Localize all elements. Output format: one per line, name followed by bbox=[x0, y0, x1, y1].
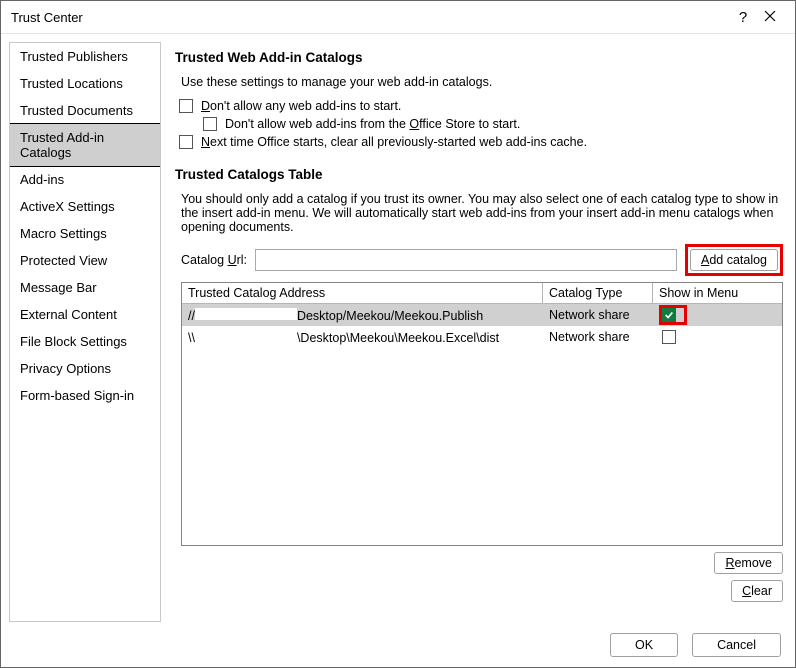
checkbox-label: Don't allow any web add-ins to start. bbox=[201, 99, 401, 113]
catalog-url-label: Catalog Url: bbox=[181, 253, 247, 267]
column-header-type[interactable]: Catalog Type bbox=[543, 283, 653, 303]
checkbox-label: Don't allow web add-ins from the Office … bbox=[225, 117, 520, 131]
window-title: Trust Center bbox=[11, 10, 731, 25]
sidebar-item-trusted-publishers[interactable]: Trusted Publishers bbox=[10, 43, 160, 70]
catalog-url-row: Catalog Url: Add catalog bbox=[175, 242, 783, 282]
column-header-address[interactable]: Trusted Catalog Address bbox=[182, 283, 543, 303]
sidebar-item-trusted-documents[interactable]: Trusted Documents bbox=[10, 97, 160, 124]
cell-show-in-menu bbox=[653, 305, 782, 325]
trust-center-window: Trust Center ? Trusted Publishers Truste… bbox=[0, 0, 796, 668]
checkbox-label: Next time Office starts, clear all previ… bbox=[201, 135, 587, 149]
add-catalog-button[interactable]: Add catalog bbox=[690, 249, 778, 271]
cell-address: \\\Desktop\Meekou\Meekou.Excel\dist bbox=[182, 330, 543, 345]
dialog-body: Trusted Publishers Trusted Locations Tru… bbox=[1, 34, 795, 622]
sidebar-item-trusted-addin-catalogs[interactable]: Trusted Add-in Catalogs bbox=[9, 123, 161, 167]
close-icon[interactable] bbox=[755, 10, 785, 25]
checkbox-row-dont-allow-office-store[interactable]: Don't allow web add-ins from the Office … bbox=[175, 115, 783, 133]
sidebar-item-message-bar[interactable]: Message Bar bbox=[10, 274, 160, 301]
sidebar-item-activex-settings[interactable]: ActiveX Settings bbox=[10, 193, 160, 220]
table-header: Trusted Catalog Address Catalog Type Sho… bbox=[182, 283, 782, 304]
section-title-trusted-catalogs-table: Trusted Catalogs Table bbox=[175, 151, 783, 192]
sidebar-item-trusted-locations[interactable]: Trusted Locations bbox=[10, 70, 160, 97]
trusted-catalogs-table: Trusted Catalog Address Catalog Type Sho… bbox=[181, 282, 783, 546]
sidebar-item-form-based-sign-in[interactable]: Form-based Sign-in bbox=[10, 382, 160, 409]
checkbox-dont-allow-office-store[interactable] bbox=[203, 117, 217, 131]
clear-button[interactable]: Clear bbox=[731, 580, 783, 602]
show-in-menu-checkbox-wrap bbox=[659, 327, 687, 347]
sidebar-item-external-content[interactable]: External Content bbox=[10, 301, 160, 328]
sidebar-item-privacy-options[interactable]: Privacy Options bbox=[10, 355, 160, 382]
ok-button[interactable]: OK bbox=[610, 633, 678, 657]
sidebar: Trusted Publishers Trusted Locations Tru… bbox=[9, 42, 161, 622]
cell-type: Network share bbox=[543, 330, 653, 344]
checkbox-dont-allow-addins[interactable] bbox=[179, 99, 193, 113]
show-in-menu-checkbox[interactable] bbox=[662, 308, 676, 322]
section1-description: Use these settings to manage your web ad… bbox=[175, 75, 783, 97]
checkbox-row-clear-cache[interactable]: Next time Office starts, clear all previ… bbox=[175, 133, 783, 151]
main-panel: Trusted Web Add-in Catalogs Use these se… bbox=[171, 42, 787, 622]
section-title-web-addin-catalogs: Trusted Web Add-in Catalogs bbox=[175, 46, 783, 75]
remove-button[interactable]: Remove bbox=[714, 552, 783, 574]
checkbox-clear-cache[interactable] bbox=[179, 135, 193, 149]
dialog-footer: OK Cancel bbox=[1, 622, 795, 667]
titlebar: Trust Center ? bbox=[1, 1, 795, 34]
sidebar-item-protected-view[interactable]: Protected View bbox=[10, 247, 160, 274]
table-button-group: Remove Clear bbox=[175, 552, 783, 608]
table-row[interactable]: //Desktop/Meekou/Meekou.Publish Network … bbox=[182, 304, 782, 326]
highlight-add-catalog: Add catalog bbox=[685, 244, 783, 276]
table-body[interactable]: //Desktop/Meekou/Meekou.Publish Network … bbox=[182, 304, 782, 545]
table-row[interactable]: \\\Desktop\Meekou\Meekou.Excel\dist Netw… bbox=[182, 326, 782, 348]
section2-description: You should only add a catalog if you tru… bbox=[175, 192, 783, 242]
help-icon[interactable]: ? bbox=[731, 9, 755, 26]
cancel-button[interactable]: Cancel bbox=[692, 633, 781, 657]
cell-type: Network share bbox=[543, 308, 653, 322]
sidebar-item-file-block-settings[interactable]: File Block Settings bbox=[10, 328, 160, 355]
catalog-url-input[interactable] bbox=[255, 249, 677, 271]
checkbox-row-dont-allow-addins[interactable]: Don't allow any web add-ins to start. bbox=[175, 97, 783, 115]
column-header-show-in-menu[interactable]: Show in Menu bbox=[653, 283, 782, 303]
highlight-show-in-menu-checkbox bbox=[659, 305, 687, 325]
sidebar-item-add-ins[interactable]: Add-ins bbox=[10, 166, 160, 193]
show-in-menu-checkbox[interactable] bbox=[662, 330, 676, 344]
cell-address: //Desktop/Meekou/Meekou.Publish bbox=[182, 308, 543, 323]
cell-show-in-menu bbox=[653, 327, 782, 347]
sidebar-item-macro-settings[interactable]: Macro Settings bbox=[10, 220, 160, 247]
